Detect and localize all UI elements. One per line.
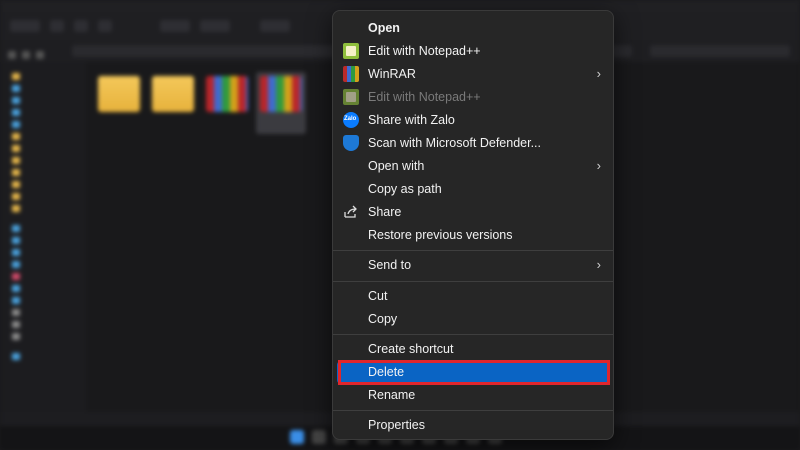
menu-item-cut[interactable]: Cut [337, 285, 609, 308]
menu-separator [333, 334, 613, 335]
menu-item-label: Rename [368, 388, 416, 402]
notepadpp-icon [343, 89, 359, 105]
winrar-icon [343, 66, 359, 82]
menu-separator [333, 250, 613, 251]
start-icon[interactable] [290, 430, 304, 444]
delete-annotation-box [338, 360, 610, 385]
selected-archive-item[interactable] [256, 72, 306, 134]
chevron-right-icon: › [596, 257, 601, 272]
share-icon [344, 205, 357, 218]
menu-item-label: Open with [368, 159, 425, 173]
view-button[interactable] [200, 20, 230, 32]
sidebar-item[interactable] [6, 308, 82, 317]
chevron-right-icon: › [596, 66, 601, 81]
filter-button[interactable] [260, 20, 290, 32]
menu-item-rename[interactable]: Rename [337, 384, 609, 407]
sidebar-item[interactable] [6, 108, 82, 117]
menu-item-create-shortcut[interactable]: Create shortcut [337, 338, 609, 361]
cut-toolbar-button[interactable] [50, 20, 64, 32]
menu-item-label: Create shortcut [368, 342, 454, 356]
menu-item-restore-previous-versions[interactable]: Restore previous versions [337, 224, 609, 247]
sidebar-item[interactable] [6, 156, 82, 165]
sidebar-item[interactable] [6, 352, 82, 361]
sidebar-item[interactable] [6, 168, 82, 177]
menu-item-send-to[interactable]: Send to › [337, 254, 609, 277]
folder-item[interactable] [94, 72, 144, 134]
menu-item-properties[interactable]: Properties [337, 414, 609, 437]
sidebar-item[interactable] [6, 284, 82, 293]
menu-item-open-with[interactable]: Open with › [337, 155, 609, 178]
new-button[interactable] [10, 20, 40, 32]
menu-item-edit-with-notepadpp-disabled: Edit with Notepad++ [337, 86, 609, 109]
zalo-icon: Zalo [343, 112, 359, 128]
sidebar-item[interactable] [6, 96, 82, 105]
winrar-archive-icon [206, 76, 248, 112]
menu-item-label: Copy [368, 312, 398, 326]
folder-icon [98, 76, 140, 112]
menu-item-share-with-zalo[interactable]: Zalo Share with Zalo [337, 109, 609, 132]
copy-toolbar-button[interactable] [74, 20, 88, 32]
navigation-arrows[interactable] [8, 46, 66, 59]
sidebar-item[interactable] [6, 296, 82, 305]
archive-item[interactable] [202, 72, 252, 134]
notepadpp-icon [343, 43, 359, 59]
navigation-pane [0, 62, 86, 412]
menu-item-label: Edit with Notepad++ [368, 44, 481, 58]
sidebar-item[interactable] [6, 204, 82, 213]
menu-item-label: Open [368, 21, 400, 35]
sort-button[interactable] [160, 20, 190, 32]
sidebar-item[interactable] [6, 272, 82, 281]
menu-item-label: Send to [368, 258, 412, 272]
sidebar-item[interactable] [6, 332, 82, 341]
winrar-archive-icon [260, 76, 302, 112]
sidebar-item[interactable] [6, 72, 82, 81]
search-box[interactable] [650, 45, 790, 57]
taskbar-app-icon[interactable] [312, 430, 326, 444]
defender-shield-icon [343, 135, 359, 151]
menu-item-label: Share with Zalo [368, 113, 455, 127]
sidebar-item[interactable] [6, 120, 82, 129]
sidebar-item[interactable] [6, 132, 82, 141]
sidebar-item[interactable] [6, 320, 82, 329]
sidebar-item[interactable] [6, 84, 82, 93]
menu-item-winrar[interactable]: WinRAR › [337, 63, 609, 86]
sidebar-item[interactable] [6, 248, 82, 257]
folder-icon [152, 76, 194, 112]
menu-separator [333, 410, 613, 411]
folder-item[interactable] [148, 72, 198, 134]
menu-item-label: Share [368, 205, 402, 219]
menu-item-label: Copy as path [368, 182, 442, 196]
menu-item-label: Edit with Notepad++ [368, 90, 481, 104]
menu-item-copy[interactable]: Copy [337, 308, 609, 331]
menu-item-label: WinRAR [368, 67, 416, 81]
menu-item-open[interactable]: Open [337, 17, 609, 40]
menu-item-edit-with-notepadpp[interactable]: Edit with Notepad++ [337, 40, 609, 63]
chevron-right-icon: › [596, 158, 601, 173]
sidebar-item[interactable] [6, 144, 82, 153]
sidebar-item[interactable] [6, 236, 82, 245]
sidebar-item[interactable] [6, 260, 82, 269]
menu-item-scan-with-defender[interactable]: Scan with Microsoft Defender... [337, 132, 609, 155]
paste-toolbar-button[interactable] [98, 20, 112, 32]
sidebar-item[interactable] [6, 192, 82, 201]
menu-item-share[interactable]: Share [337, 201, 609, 224]
menu-item-copy-as-path[interactable]: Copy as path [337, 178, 609, 201]
zalo-icon-text: Zalo [344, 116, 357, 122]
menu-separator [333, 281, 613, 282]
menu-item-label: Cut [368, 289, 388, 303]
menu-item-label: Restore previous versions [368, 228, 513, 242]
menu-item-label: Properties [368, 418, 425, 432]
sidebar-item[interactable] [6, 180, 82, 189]
menu-item-label: Scan with Microsoft Defender... [368, 136, 541, 150]
sidebar-item[interactable] [6, 224, 82, 233]
